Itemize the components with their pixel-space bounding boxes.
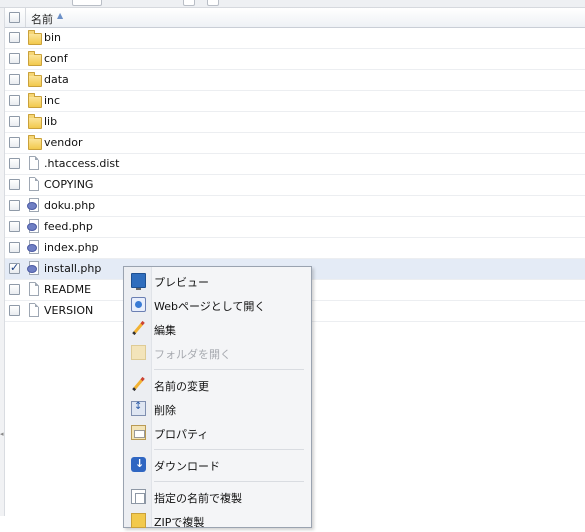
- row-checkbox[interactable]: [9, 32, 20, 43]
- menu-item-download[interactable]: ダウンロード: [124, 454, 311, 476]
- menu-item-duplicate-zip[interactable]: ZIPで複製: [124, 510, 311, 532]
- menu-item-label: 削除: [154, 404, 176, 417]
- file-row[interactable]: data: [5, 70, 585, 91]
- menu-item-label: 名前の変更: [154, 380, 209, 393]
- menu-item-edit[interactable]: 編集: [124, 318, 311, 340]
- select-all-checkbox[interactable]: [9, 12, 20, 23]
- file-name[interactable]: lib: [44, 115, 57, 128]
- zip-icon: [131, 513, 146, 528]
- column-separator: [25, 8, 26, 27]
- folder-icon: [27, 30, 42, 46]
- rename-pencil-icon: [131, 377, 146, 392]
- php-file-icon: [27, 261, 41, 277]
- file-row[interactable]: doku.php: [5, 196, 585, 217]
- folder-open-icon: [131, 345, 146, 360]
- menu-item-properties[interactable]: プロパティ: [124, 422, 311, 444]
- file-row[interactable]: COPYING: [5, 175, 585, 196]
- menu-item-label: フォルダを開く: [154, 348, 231, 361]
- file-name[interactable]: COPYING: [44, 178, 93, 191]
- menu-separator: [154, 369, 304, 370]
- file-name[interactable]: VERSION: [44, 304, 93, 317]
- row-checkbox[interactable]: [9, 305, 20, 316]
- toolbar-button[interactable]: [183, 0, 195, 6]
- row-checkbox[interactable]: [9, 242, 20, 253]
- delete-icon: [131, 401, 146, 416]
- menu-item-delete[interactable]: 削除: [124, 398, 311, 420]
- folder-icon: [27, 72, 42, 88]
- row-checkbox[interactable]: [9, 95, 20, 106]
- document-icon: [27, 177, 41, 193]
- row-checkbox[interactable]: [9, 200, 20, 211]
- menu-separator: [154, 449, 304, 450]
- document-icon: [27, 303, 41, 319]
- row-checkbox[interactable]: [9, 74, 20, 85]
- context-menu: プレビュー Webページとして開く 編集 フォルダを開く 名前の変更 削除 プロ…: [123, 266, 312, 529]
- menu-item-label: プレビュー: [154, 276, 209, 289]
- file-row[interactable]: .htaccess.dist: [5, 154, 585, 175]
- row-checkbox-checked[interactable]: [9, 261, 20, 274]
- file-row[interactable]: inc: [5, 91, 585, 112]
- menu-item-rename[interactable]: 名前の変更: [124, 374, 311, 396]
- file-row[interactable]: lib: [5, 112, 585, 133]
- toolbar-input[interactable]: [72, 0, 102, 6]
- row-checkbox[interactable]: [9, 137, 20, 148]
- menu-item-label: プロパティ: [154, 428, 209, 441]
- row-checkbox[interactable]: [9, 158, 20, 169]
- file-name[interactable]: data: [44, 73, 69, 86]
- file-list-header: 名前 ▲: [5, 8, 585, 28]
- folder-icon: [27, 114, 42, 130]
- menu-separator: [154, 481, 304, 482]
- menu-item-label: Webページとして開く: [154, 300, 266, 313]
- file-row[interactable]: index.php: [5, 238, 585, 259]
- menu-item-duplicate-as[interactable]: 指定の名前で複製: [124, 486, 311, 508]
- php-file-icon: [27, 219, 41, 235]
- file-name[interactable]: conf: [44, 52, 68, 65]
- menu-item-open-as-web-page[interactable]: Webページとして開く: [124, 294, 311, 316]
- download-icon: [131, 457, 146, 472]
- file-row[interactable]: vendor: [5, 133, 585, 154]
- monitor-icon: [131, 273, 146, 290]
- php-file-icon: [27, 240, 41, 256]
- row-checkbox[interactable]: [9, 221, 20, 232]
- file-name[interactable]: install.php: [44, 262, 101, 275]
- document-icon: [27, 156, 41, 172]
- file-name[interactable]: feed.php: [44, 220, 93, 233]
- properties-icon: [131, 425, 146, 440]
- file-name[interactable]: index.php: [44, 241, 99, 254]
- pencil-icon: [131, 321, 146, 336]
- menu-item-label: ZIPで複製: [154, 516, 205, 529]
- folder-icon: [27, 51, 42, 67]
- toolbar-button[interactable]: [207, 0, 219, 6]
- file-name[interactable]: bin: [44, 31, 61, 44]
- folder-icon: [27, 93, 42, 109]
- file-name[interactable]: README: [44, 283, 91, 296]
- file-name[interactable]: inc: [44, 94, 60, 107]
- file-name[interactable]: vendor: [44, 136, 82, 149]
- file-row[interactable]: conf: [5, 49, 585, 70]
- name-column-header[interactable]: 名前: [31, 11, 53, 27]
- folder-icon: [27, 135, 42, 151]
- file-row[interactable]: feed.php: [5, 217, 585, 238]
- file-row[interactable]: bin: [5, 28, 585, 49]
- row-checkbox[interactable]: [9, 53, 20, 64]
- collapse-arrow-icon[interactable]: ◂: [0, 430, 4, 438]
- row-checkbox[interactable]: [9, 179, 20, 190]
- row-checkbox[interactable]: [9, 284, 20, 295]
- file-name[interactable]: doku.php: [44, 199, 95, 212]
- row-checkbox[interactable]: [9, 116, 20, 127]
- menu-item-label: 編集: [154, 324, 176, 337]
- sort-ascending-icon: ▲: [57, 11, 64, 20]
- menu-item-preview[interactable]: プレビュー: [124, 270, 311, 292]
- file-name[interactable]: .htaccess.dist: [44, 157, 119, 170]
- php-file-icon: [27, 198, 41, 214]
- menu-item-label: 指定の名前で複製: [154, 492, 242, 505]
- menu-item-label: ダウンロード: [154, 460, 220, 473]
- toolbar-strip: [0, 0, 585, 8]
- document-icon: [27, 282, 41, 298]
- web-page-icon: [131, 297, 146, 312]
- copy-icon: [131, 489, 146, 504]
- menu-item-open-folder: フォルダを開く: [124, 342, 311, 364]
